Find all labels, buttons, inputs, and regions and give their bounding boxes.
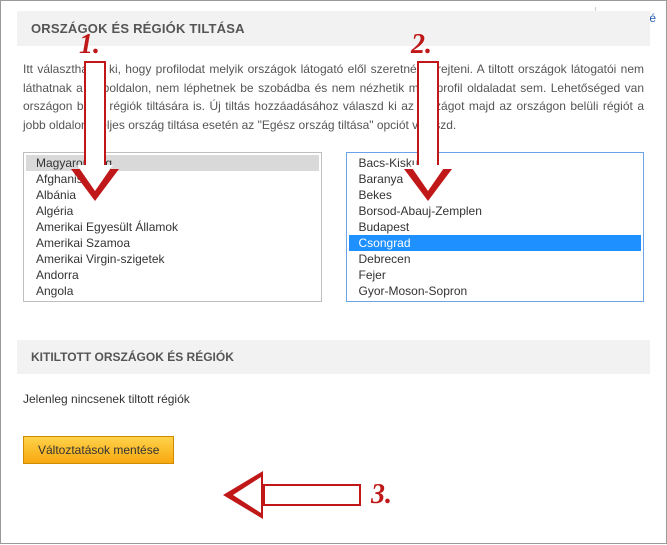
country-option[interactable]: Amerikai Virgin-szigetek <box>26 251 319 267</box>
region-option[interactable]: Gyor-Moson-Sopron <box>349 283 642 299</box>
region-option[interactable]: Bekes <box>349 187 642 203</box>
region-option[interactable]: Csongrad <box>349 235 642 251</box>
region-option[interactable]: Debrecen <box>349 251 642 267</box>
country-option[interactable]: Angola <box>26 283 319 299</box>
region-option[interactable]: Bacs-Kiskun <box>349 155 642 171</box>
section-description: Itt választhatod ki, hogy profilodat mel… <box>23 60 644 134</box>
country-option[interactable]: Andorra <box>26 267 319 283</box>
country-option[interactable]: Albánia <box>26 187 319 203</box>
country-option[interactable]: Anguilla <box>26 299 319 302</box>
banned-section-title: KITILTOTT ORSZÁGOK ÉS RÉGIÓK <box>31 350 636 364</box>
section-title: ORSZÁGOK ÉS RÉGIÓK TILTÁSA <box>31 21 636 36</box>
country-option[interactable]: Algéria <box>26 203 319 219</box>
save-button[interactable]: Változtatások mentése <box>23 436 174 464</box>
country-option[interactable]: Amerikai Szamoa <box>26 235 319 251</box>
region-option[interactable]: Fejer <box>349 267 642 283</box>
country-option[interactable]: Afghanistan <box>26 171 319 187</box>
regions-listbox[interactable]: Bacs-KiskunBaranyaBekesBorsod-Abauj-Zemp… <box>346 152 645 302</box>
section-header: ORSZÁGOK ÉS RÉGIÓK TILTÁSA <box>17 11 650 46</box>
banned-empty-message: Jelenleg nincsenek tiltott régiók <box>23 392 644 406</box>
region-option[interactable]: Hajdu-Bihar <box>349 299 642 302</box>
region-option[interactable]: Budapest <box>349 219 642 235</box>
region-option[interactable]: Borsod-Abauj-Zemplen <box>349 203 642 219</box>
region-option[interactable]: Baranya <box>349 171 642 187</box>
country-option[interactable]: Magyarország <box>26 155 319 171</box>
countries-listbox[interactable]: MagyarországAfghanistanAlbániaAlgériaAme… <box>23 152 322 302</box>
country-option[interactable]: Amerikai Egyesült Államok <box>26 219 319 235</box>
banned-section-header: KITILTOTT ORSZÁGOK ÉS RÉGIÓK <box>17 340 650 374</box>
